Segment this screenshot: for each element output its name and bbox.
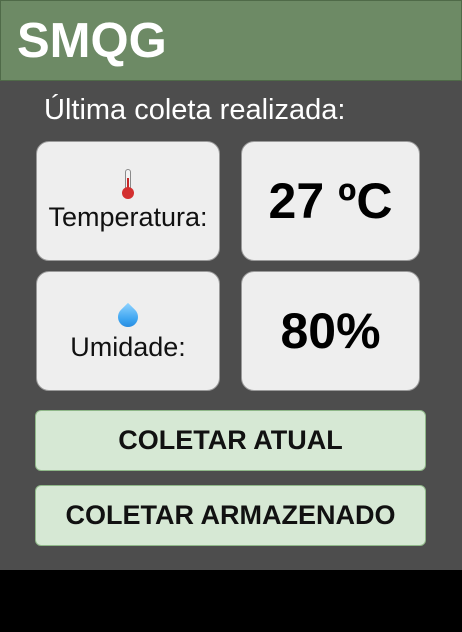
temperature-label: Temperatura: [48, 202, 208, 232]
app-header: SMQG [0, 0, 462, 81]
collect-current-button[interactable]: COLETAR ATUAL [35, 410, 426, 471]
app-screen: SMQG Última coleta realizada: Temperatur… [0, 0, 462, 570]
humidity-label: Umidade: [70, 332, 186, 362]
temperature-value-card: 27 ºC [241, 141, 420, 261]
thermometer-icon [121, 169, 135, 201]
collect-stored-button[interactable]: COLETAR ARMAZENADO [35, 485, 426, 546]
humidity-value: 80% [280, 303, 381, 359]
humidity-value-card: 80% [241, 271, 420, 391]
app-title: SMQG [17, 14, 167, 68]
last-collection-heading: Última coleta realizada: [44, 94, 346, 126]
humidity-label-card: Umidade: [36, 271, 220, 391]
droplet-icon [113, 299, 143, 332]
temperature-value: 27 ºC [268, 173, 393, 229]
temperature-label-card: Temperatura: [36, 141, 220, 261]
